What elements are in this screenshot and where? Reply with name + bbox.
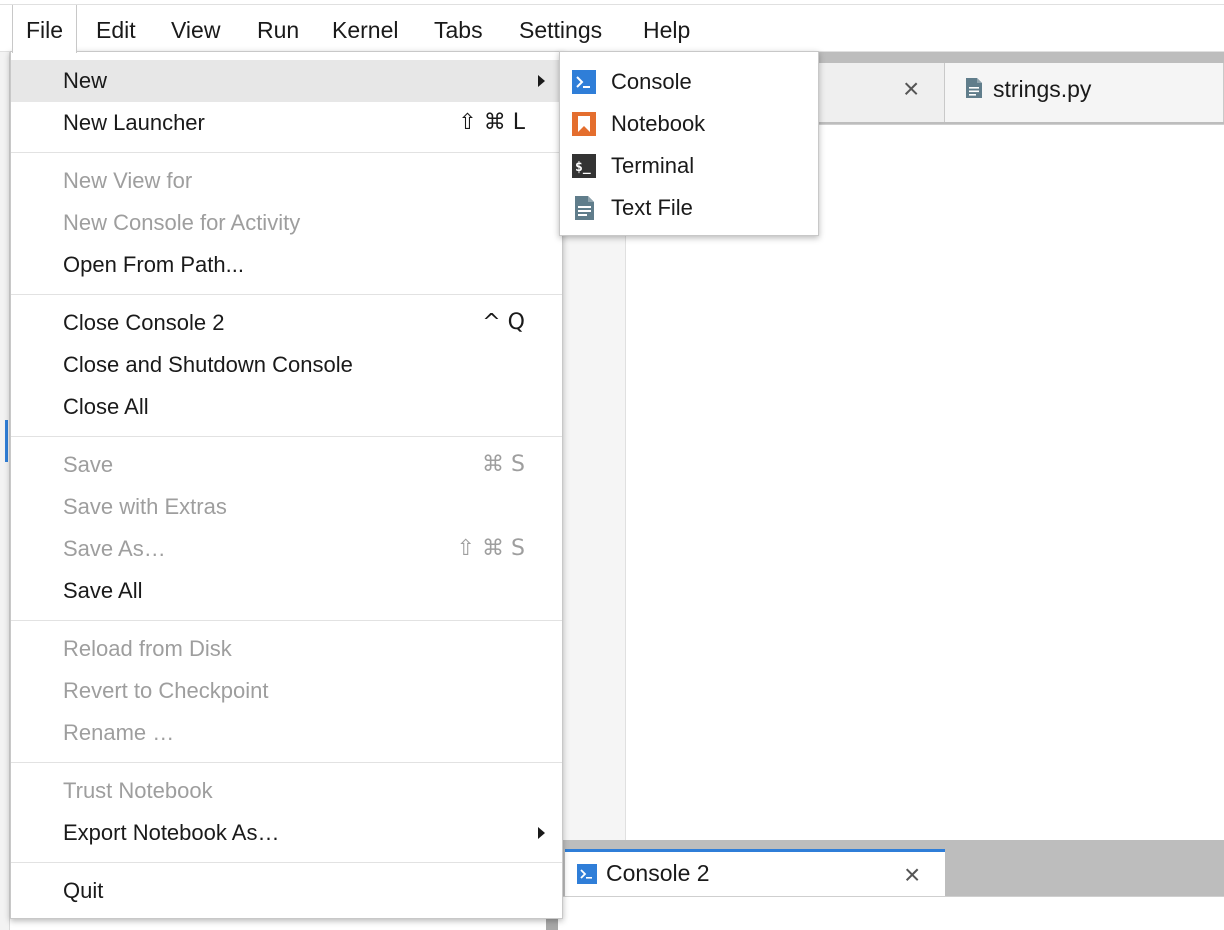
menu-item-label: Rename … [63, 720, 175, 745]
menu-item-label: New [63, 68, 108, 93]
tab-console-2[interactable]: Console 2 × [565, 849, 945, 896]
menu-run[interactable]: Run [244, 5, 312, 52]
menu-item-label: New Console for Activity [63, 210, 301, 235]
notebook-icon [572, 112, 596, 136]
svg-text:$_: $_ [575, 160, 591, 175]
menu-separator [11, 862, 562, 863]
shortcut-label: ⇧ ⌘ S [456, 536, 525, 561]
menu-item-close-all[interactable]: Close All [11, 386, 562, 428]
menu-item-quit[interactable]: Quit [11, 870, 562, 912]
submenu-item-label: Text File [611, 195, 693, 220]
menu-item-close-console[interactable]: Close Console 2 ^ Q [11, 302, 562, 344]
menu-separator [11, 152, 562, 153]
menu-item-save-all[interactable]: Save All [11, 570, 562, 612]
menu-item-save-as: Save As… ⇧ ⌘ S [11, 528, 562, 570]
menu-item-new[interactable]: New [11, 60, 562, 102]
submenu-item-text-file[interactable]: Text File [560, 187, 818, 229]
menu-item-save-with-extras: Save with Extras [11, 486, 562, 528]
menu-item-label: Export Notebook As… [63, 820, 280, 845]
menu-item-label: New Launcher [63, 110, 205, 135]
menu-item-label: Reload from Disk [63, 636, 232, 661]
tab-label: strings.py [993, 76, 1092, 102]
python-file-icon [966, 78, 982, 98]
submenu-item-label: Console [611, 69, 692, 94]
menu-settings[interactable]: Settings [506, 5, 615, 52]
menu-item-reload-from-disk: Reload from Disk [11, 628, 562, 670]
submenu-item-label: Terminal [611, 153, 695, 178]
submenu-item-label: Notebook [611, 111, 706, 136]
menu-item-label: New View for [63, 168, 193, 193]
shortcut-label: ^ Q [482, 310, 525, 335]
menu-separator [11, 762, 562, 763]
close-icon[interactable]: × [904, 861, 920, 889]
terminal-icon: $_ [572, 154, 596, 178]
menu-item-new-console-for-activity: New Console for Activity [11, 202, 562, 244]
text-file-icon [575, 196, 594, 220]
close-icon[interactable]: × [903, 75, 919, 103]
status-strip [560, 896, 1224, 930]
menu-item-open-from-path[interactable]: Open From Path... [11, 244, 562, 286]
menu-item-save: Save ⌘ S [11, 444, 562, 486]
new-submenu: Console Notebook $_ Terminal Text File [559, 51, 819, 236]
shortcut-label: ⌘ S [482, 452, 525, 477]
submenu-arrow-icon [538, 75, 545, 87]
menubar: File Edit View Run Kernel Tabs Settings … [0, 4, 1224, 53]
menu-item-new-launcher[interactable]: New Launcher ⇧ ⌘ L [11, 102, 562, 144]
menu-item-label: Save All [63, 578, 143, 603]
submenu-item-terminal[interactable]: $_ Terminal [560, 145, 818, 187]
menu-item-label: Save with Extras [63, 494, 227, 519]
menu-separator [11, 620, 562, 621]
submenu-item-notebook[interactable]: Notebook [560, 103, 818, 145]
menu-item-new-view-for: New View for [11, 160, 562, 202]
menu-file[interactable]: File [12, 5, 78, 53]
menu-item-label: Save As… [63, 536, 166, 561]
file-menu: New New Launcher ⇧ ⌘ L New View for New … [10, 51, 563, 919]
menu-item-label: Save [63, 452, 114, 477]
menu-item-label: Close All [63, 394, 149, 419]
menu-item-export-notebook-as[interactable]: Export Notebook As… [11, 812, 562, 854]
console-icon [572, 70, 596, 94]
menu-item-trust-notebook: Trust Notebook [11, 770, 562, 812]
menu-item-label: Close Console 2 [63, 310, 225, 335]
tab-strings-py[interactable]: strings.py [945, 63, 1224, 122]
submenu-arrow-icon [538, 827, 545, 839]
menu-item-label: Quit [63, 878, 104, 903]
menu-help[interactable]: Help [630, 5, 703, 52]
console-icon [577, 864, 597, 884]
menu-item-label: Trust Notebook [63, 778, 213, 803]
menu-item-label: Open From Path... [63, 252, 244, 277]
menu-kernel[interactable]: Kernel [319, 5, 411, 52]
menu-tabs[interactable]: Tabs [421, 5, 496, 52]
menu-edit[interactable]: Edit [83, 5, 149, 52]
menu-separator [11, 436, 562, 437]
submenu-item-console[interactable]: Console [560, 61, 818, 103]
shortcut-label: ⇧ ⌘ L [458, 110, 525, 135]
menu-separator [11, 294, 562, 295]
left-sidebar [0, 52, 10, 930]
menu-item-label: Close and Shutdown Console [63, 352, 353, 377]
menu-item-revert-to-checkpoint: Revert to Checkpoint [11, 670, 562, 712]
tab-label: Console 2 [606, 860, 710, 886]
menu-item-close-and-shutdown[interactable]: Close and Shutdown Console [11, 344, 562, 386]
sidebar-active-indicator [5, 420, 8, 462]
menu-item-rename: Rename … [11, 712, 562, 754]
menu-view[interactable]: View [158, 5, 233, 52]
menu-item-label: Revert to Checkpoint [63, 678, 269, 703]
